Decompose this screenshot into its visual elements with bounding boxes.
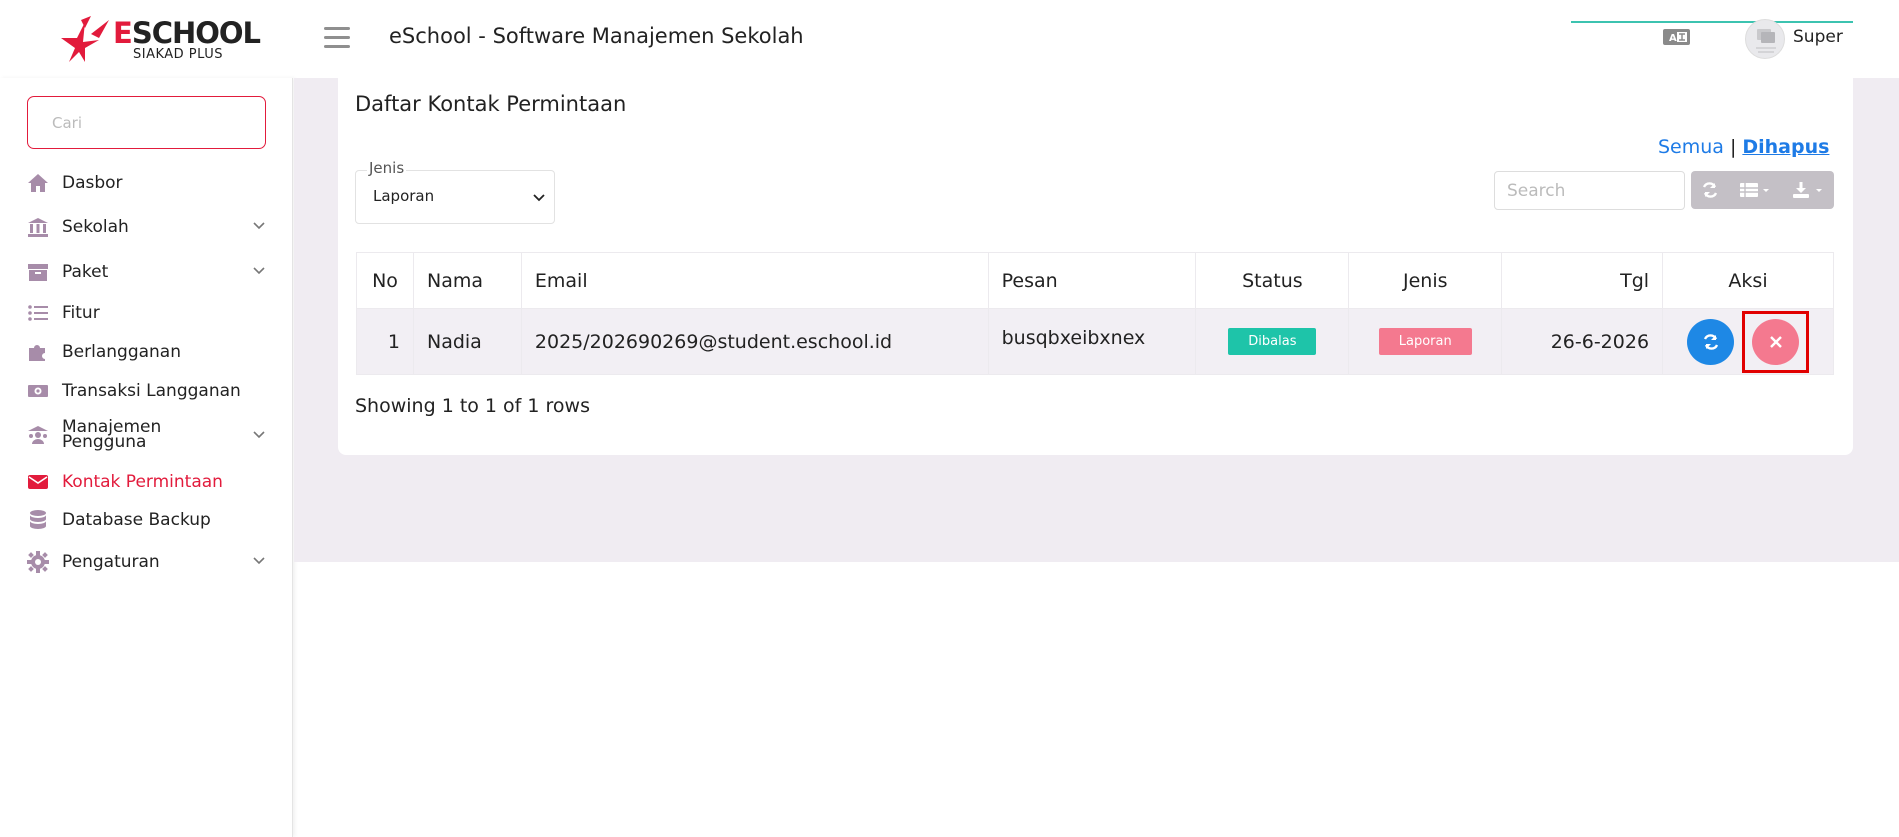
- sidebar-item-kontak-permintaan[interactable]: Kontak Permintaan: [27, 467, 267, 497]
- refresh-button[interactable]: [1691, 171, 1729, 209]
- sidebar-item-paket[interactable]: Paket: [27, 257, 267, 287]
- close-icon: [1769, 335, 1782, 348]
- envelope-icon: [27, 471, 49, 493]
- cell-jenis: Laporan: [1348, 308, 1503, 375]
- jenis-badge: Laporan: [1378, 328, 1472, 355]
- list-icon: [27, 302, 49, 324]
- sidebar-item-manajemen-pengguna[interactable]: Manajemen Pengguna: [27, 415, 267, 455]
- sidebar-item-label: Pengaturan: [62, 551, 160, 572]
- filter-deleted-link[interactable]: Dihapus: [1742, 136, 1829, 158]
- col-header-tgl[interactable]: Tgl: [1501, 252, 1664, 309]
- sidebar-item-berlangganan[interactable]: Berlangganan: [27, 337, 267, 367]
- refresh-icon: [1703, 333, 1718, 350]
- filter-links: Semua | Dihapus: [1658, 136, 1829, 158]
- jenis-select-label: Jenis: [367, 159, 407, 177]
- sidebar-item-fitur[interactable]: Fitur: [27, 298, 267, 328]
- language-icon[interactable]: A: [1662, 28, 1691, 46]
- chevron-down-icon: [253, 222, 265, 230]
- sidebar: Dasbor Sekolah Paket Fitur Berlangganan …: [0, 78, 293, 837]
- filter-all-link[interactable]: Semua: [1658, 136, 1724, 158]
- table-row[interactable]: 1 Nadia 2025/202690269@student.eschool.i…: [356, 308, 1834, 375]
- columns-toggle-button[interactable]: [1729, 171, 1781, 209]
- refresh-icon: [1702, 182, 1718, 198]
- jenis-select-value: Laporan: [373, 187, 435, 205]
- cell-email: 2025/202690269@student.eschool.id: [520, 308, 989, 375]
- logo-title: ESCHOOL: [113, 16, 261, 50]
- sidebar-item-label: Kontak Permintaan: [62, 471, 223, 492]
- col-header-status[interactable]: Status: [1195, 252, 1350, 309]
- sidebar-item-label: Fitur: [62, 302, 100, 323]
- app-title: eSchool - Software Manajemen Sekolah: [389, 24, 804, 48]
- school-icon: [27, 216, 49, 238]
- sidebar-item-label: Dasbor: [62, 172, 123, 193]
- contact-request-table: No Nama Email Pesan Status Jenis Tgl Aks…: [356, 252, 1834, 375]
- col-header-email[interactable]: Email: [520, 252, 989, 309]
- col-header-pesan[interactable]: Pesan: [987, 252, 1197, 309]
- sidebar-item-transaksi-langganan[interactable]: Transaksi Langganan: [27, 376, 267, 406]
- page-title: Daftar Kontak Permintaan: [355, 92, 627, 116]
- sidebar-item-label: Berlangganan: [62, 341, 181, 362]
- delete-highlight-box: [1742, 310, 1810, 373]
- columns-icon: [1740, 183, 1769, 197]
- chevron-down-icon: [253, 557, 265, 565]
- sidebar-item-label: Database Backup: [62, 509, 211, 530]
- chevron-down-icon: [253, 431, 265, 439]
- download-icon: [1792, 182, 1822, 198]
- puzzle-icon: [27, 341, 49, 363]
- eschool-logo[interactable]: ESCHOOL SIAKAD PLUS: [55, 14, 261, 64]
- sidebar-item-dasbor[interactable]: Dasbor: [27, 168, 267, 198]
- cell-tgl: 26-6-2026: [1501, 308, 1664, 375]
- sidebar-item-pengaturan[interactable]: Pengaturan: [27, 547, 267, 577]
- table-toolbar: [1691, 171, 1834, 209]
- cell-no: 1: [356, 308, 414, 375]
- logo-subtitle: SIAKAD PLUS: [133, 47, 224, 62]
- avatar[interactable]: [1745, 19, 1785, 59]
- svg-text:A: A: [1669, 33, 1677, 44]
- chevron-down-icon: [533, 194, 545, 202]
- cell-nama: Nadia: [412, 308, 522, 375]
- users-icon: [27, 424, 49, 446]
- database-icon: [27, 509, 49, 531]
- sidebar-item-label: Transaksi Langganan: [62, 380, 241, 401]
- filter-separator: |: [1729, 136, 1737, 158]
- col-header-no[interactable]: No: [356, 252, 414, 309]
- sidebar-search-input[interactable]: [27, 96, 266, 149]
- hamburger-icon[interactable]: [324, 27, 350, 49]
- sidebar-item-label: Manajemen Pengguna: [62, 417, 162, 452]
- chevron-down-icon: [253, 267, 265, 275]
- sidebar-item-sekolah[interactable]: Sekolah: [27, 212, 267, 242]
- status-badge: Dibalas: [1228, 328, 1317, 355]
- sidebar-item-label: Sekolah: [62, 216, 129, 237]
- sidebar-item-database-backup[interactable]: Database Backup: [27, 505, 267, 535]
- logo-emblem-icon: [61, 16, 109, 62]
- export-button[interactable]: [1781, 171, 1834, 209]
- gear-icon: [27, 551, 49, 573]
- table-header-row: No Nama Email Pesan Status Jenis Tgl Aks…: [356, 252, 1834, 309]
- cell-aksi: [1662, 308, 1834, 375]
- col-header-aksi: Aksi: [1662, 252, 1834, 309]
- home-icon: [27, 172, 49, 194]
- top-navbar: ESCHOOL SIAKAD PLUS eSchool - Software M…: [0, 0, 1899, 78]
- col-header-nama[interactable]: Nama: [412, 252, 522, 309]
- sidebar-item-label: Paket: [62, 261, 109, 282]
- money-icon: [27, 380, 49, 402]
- col-header-jenis[interactable]: Jenis: [1348, 252, 1503, 309]
- delete-button[interactable]: [1752, 318, 1800, 365]
- table-search-input[interactable]: [1494, 171, 1685, 210]
- pagination-info: Showing 1 to 1 of 1 rows: [355, 395, 590, 417]
- archive-icon: [27, 261, 49, 283]
- cell-pesan: busqbxeibxnex: [987, 308, 1197, 375]
- restore-button[interactable]: [1687, 318, 1735, 365]
- username[interactable]: Super: [1793, 27, 1843, 47]
- header-accent-line: [1571, 21, 1853, 23]
- cell-status: Dibalas: [1195, 308, 1350, 375]
- jenis-select[interactable]: Laporan: [355, 170, 555, 224]
